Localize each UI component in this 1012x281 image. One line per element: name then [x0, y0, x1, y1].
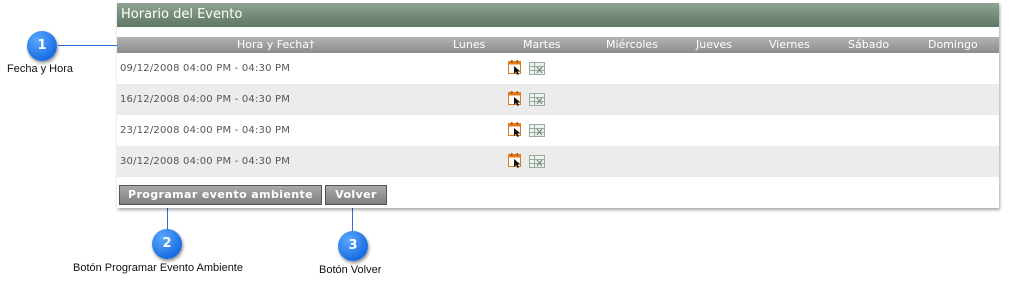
calendar-edit-icon[interactable] — [508, 91, 522, 106]
callout-badge-3: 3 — [338, 231, 368, 261]
callout-badge-2: 2 — [152, 229, 182, 259]
back-button[interactable]: Volver — [325, 185, 387, 205]
grid-delete-icon[interactable] — [529, 155, 545, 168]
table-row: 16/12/2008 04:00 PM - 04:30 PM — [117, 84, 999, 115]
grid-delete-icon[interactable] — [529, 93, 545, 106]
event-schedule-panel: Horario del Evento Hora y Fecha† Lunes M… — [117, 3, 999, 208]
column-header-wed: Miércoles — [606, 38, 658, 51]
table-row: 23/12/2008 04:00 PM - 04:30 PM — [117, 115, 999, 146]
table-row: 30/12/2008 04:00 PM - 04:30 PM — [117, 146, 999, 177]
calendar-edit-icon[interactable] — [508, 153, 522, 168]
row-datetime: 23/12/2008 04:00 PM - 04:30 PM — [120, 125, 291, 136]
calendar-edit-icon[interactable] — [508, 60, 522, 75]
row-datetime: 30/12/2008 04:00 PM - 04:30 PM — [120, 156, 291, 167]
table-row: 09/12/2008 04:00 PM - 04:30 PM — [117, 53, 999, 84]
column-header-sat: Sábado — [848, 38, 890, 51]
calendar-edit-icon[interactable] — [508, 122, 522, 137]
grid-delete-icon[interactable] — [529, 62, 545, 75]
grid-delete-icon[interactable] — [529, 124, 545, 137]
table-header: Hora y Fecha† Lunes Martes Miércoles Jue… — [117, 37, 999, 53]
column-header-mon: Lunes — [453, 38, 486, 51]
column-header-thu: Jueves — [696, 38, 732, 51]
row-datetime: 09/12/2008 04:00 PM - 04:30 PM — [120, 63, 291, 74]
callout-label-2: Botón Programar Evento Ambiente — [73, 262, 243, 274]
column-header-tue: Martes — [523, 38, 561, 51]
schedule-ambient-event-button[interactable]: Programar evento ambiente — [119, 185, 322, 205]
callout-label-1: Fecha y Hora — [7, 63, 74, 75]
column-header-fri: Viernes — [769, 38, 810, 51]
callout-label-3: Botón Volver — [319, 264, 382, 276]
column-header-sun: Domingo — [928, 38, 978, 51]
row-datetime: 16/12/2008 04:00 PM - 04:30 PM — [120, 94, 291, 105]
panel-title: Horario del Evento — [117, 3, 999, 27]
callout-badge-1: 1 — [27, 31, 57, 61]
column-header-datetime[interactable]: Hora y Fecha† — [237, 37, 315, 53]
